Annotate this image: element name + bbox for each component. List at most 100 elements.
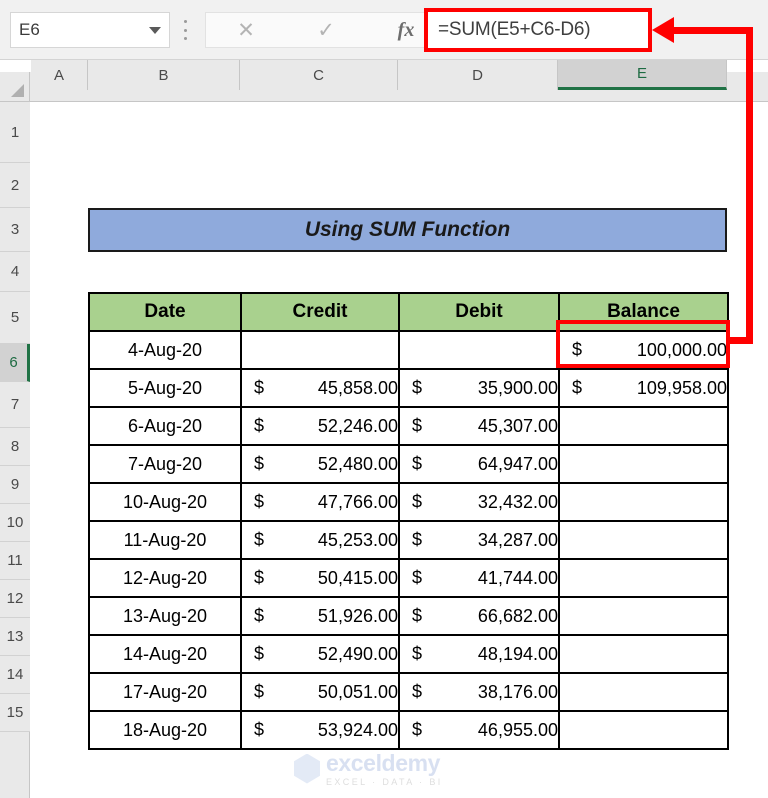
table-row[interactable]: 7-Aug-20 $52,480.00 $64,947.00	[88, 444, 729, 484]
column-header-d[interactable]: D	[398, 60, 558, 90]
row-header-11[interactable]: 11	[0, 542, 30, 580]
cell-date[interactable]: 12-Aug-20	[88, 558, 242, 598]
currency-symbol: $	[254, 605, 265, 626]
row-header-14[interactable]: 14	[0, 656, 30, 694]
cell-balance[interactable]	[558, 672, 729, 712]
currency-symbol: $	[412, 453, 423, 474]
cell-date[interactable]: 13-Aug-20	[88, 596, 242, 636]
cell-credit[interactable]: $47,766.00	[240, 482, 400, 522]
cell-credit[interactable]: $53,924.00	[240, 710, 400, 750]
currency-symbol: $	[412, 681, 423, 702]
currency-symbol: $	[254, 529, 265, 550]
formula-input[interactable]: =SUM(E5+C6-D6)	[424, 8, 652, 52]
cell-date[interactable]: 10-Aug-20	[88, 482, 242, 522]
cell-debit[interactable]: $38,176.00	[398, 672, 560, 712]
cell-balance[interactable]	[558, 444, 729, 484]
currency-symbol: $	[254, 567, 265, 588]
row-header-12[interactable]: 12	[0, 580, 30, 618]
table-row[interactable]: 6-Aug-20 $52,246.00 $45,307.00	[88, 406, 729, 446]
cell-date[interactable]: 11-Aug-20	[88, 520, 242, 560]
cell-date[interactable]: 5-Aug-20	[88, 368, 242, 408]
cell-date[interactable]: 7-Aug-20	[88, 444, 242, 484]
cell-balance[interactable]	[558, 558, 729, 598]
row-header-13[interactable]: 13	[0, 618, 30, 656]
cell-debit[interactable]: $66,682.00	[398, 596, 560, 636]
watermark-grid: exceldemy EXCEL · DATA · BI	[294, 750, 443, 787]
name-box[interactable]: E6	[10, 12, 170, 48]
currency-symbol: $	[572, 377, 583, 398]
formula-action-group: ✕ ✓ fx	[205, 12, 447, 48]
cell-balance[interactable]	[558, 634, 729, 674]
title-banner-cell[interactable]: Using SUM Function	[88, 208, 727, 252]
cell-balance[interactable]	[558, 520, 729, 560]
table-row[interactable]: 11-Aug-20 $45,253.00 $34,287.00	[88, 520, 729, 560]
cell-balance[interactable]: $109,958.00	[558, 368, 729, 408]
cell-credit[interactable]: $50,415.00	[240, 558, 400, 598]
row-header-7[interactable]: 7	[0, 382, 30, 428]
currency-symbol: $	[254, 377, 265, 398]
cell-credit[interactable]: $45,253.00	[240, 520, 400, 560]
cell-credit[interactable]: $52,246.00	[240, 406, 400, 446]
cell-debit[interactable]: $64,947.00	[398, 444, 560, 484]
cell-debit[interactable]: $34,287.00	[398, 520, 560, 560]
more-options-icon[interactable]	[178, 17, 192, 43]
cell-credit[interactable]	[240, 330, 400, 370]
cell-debit[interactable]: $45,307.00	[398, 406, 560, 446]
column-header-debit: Debit	[398, 292, 560, 332]
table-row[interactable]: 18-Aug-20 $53,924.00 $46,955.00	[88, 710, 729, 750]
cancel-icon[interactable]: ✕	[218, 20, 274, 41]
row-header-1[interactable]: 1	[0, 102, 30, 163]
row-header-4[interactable]: 4	[0, 252, 30, 292]
cell-date[interactable]: 14-Aug-20	[88, 634, 242, 674]
table-row[interactable]: 5-Aug-20 $45,858.00 $35,900.00 $109,958.00	[88, 368, 729, 408]
currency-symbol: $	[412, 415, 423, 436]
cell-debit[interactable]: $46,955.00	[398, 710, 560, 750]
cell-debit[interactable]: $41,744.00	[398, 558, 560, 598]
cell-credit[interactable]: $52,490.00	[240, 634, 400, 674]
table-row[interactable]: 17-Aug-20 $50,051.00 $38,176.00	[88, 672, 729, 712]
currency-symbol: $	[412, 719, 423, 740]
column-header-a[interactable]: A	[31, 60, 88, 90]
currency-symbol: $	[254, 681, 265, 702]
confirm-icon[interactable]: ✓	[298, 20, 354, 41]
cell-credit[interactable]: $51,926.00	[240, 596, 400, 636]
cell-debit[interactable]	[398, 330, 560, 370]
cell-credit[interactable]: $45,858.00	[240, 368, 400, 408]
cell-debit[interactable]: $35,900.00	[398, 368, 560, 408]
table-row[interactable]: 14-Aug-20 $52,490.00 $48,194.00	[88, 634, 729, 674]
row-header-10[interactable]: 10	[0, 504, 30, 542]
name-box-value: E6	[19, 20, 40, 39]
cell-balance[interactable]	[558, 406, 729, 446]
cell-credit[interactable]: $50,051.00	[240, 672, 400, 712]
row-header-3[interactable]: 3	[0, 208, 30, 252]
chevron-down-icon[interactable]	[149, 26, 161, 34]
column-header-e[interactable]: E	[558, 60, 727, 90]
row-header-6[interactable]: 6	[0, 344, 30, 382]
currency-symbol: $	[254, 453, 265, 474]
select-all-corner[interactable]	[0, 72, 30, 102]
column-header-b[interactable]: B	[88, 60, 240, 90]
row-header-15[interactable]: 15	[0, 694, 30, 732]
table-row[interactable]: 12-Aug-20 $50,415.00 $41,744.00	[88, 558, 729, 598]
cell-debit[interactable]: $48,194.00	[398, 634, 560, 674]
row-header-8[interactable]: 8	[0, 428, 30, 466]
cell-balance[interactable]: $100,000.00	[558, 330, 729, 370]
table-row[interactable]: 10-Aug-20 $47,766.00 $32,432.00	[88, 482, 729, 522]
column-header-c[interactable]: C	[240, 60, 398, 90]
cell-balance[interactable]	[558, 596, 729, 636]
table-row[interactable]: 13-Aug-20 $51,926.00 $66,682.00	[88, 596, 729, 636]
cell-balance[interactable]	[558, 482, 729, 522]
cell-date[interactable]: 17-Aug-20	[88, 672, 242, 712]
row-header-2[interactable]: 2	[0, 163, 30, 208]
row-header-5[interactable]: 5	[0, 292, 30, 344]
cell-credit[interactable]: $52,480.00	[240, 444, 400, 484]
table-row[interactable]: 4-Aug-20 $100,000.00	[88, 330, 729, 370]
cell-date[interactable]: 18-Aug-20	[88, 710, 242, 750]
kebab-dot	[183, 28, 187, 32]
cell-date[interactable]: 6-Aug-20	[88, 406, 242, 446]
row-header-9[interactable]: 9	[0, 466, 30, 504]
cell-date[interactable]: 4-Aug-20	[88, 330, 242, 370]
spreadsheet-grid: ABCDE 1 2 3 4 5 6 7 8 9 10 11 12 13 14 15 Using SUM Fu…	[0, 60, 768, 798]
cell-balance[interactable]	[558, 710, 729, 750]
cell-debit[interactable]: $32,432.00	[398, 482, 560, 522]
